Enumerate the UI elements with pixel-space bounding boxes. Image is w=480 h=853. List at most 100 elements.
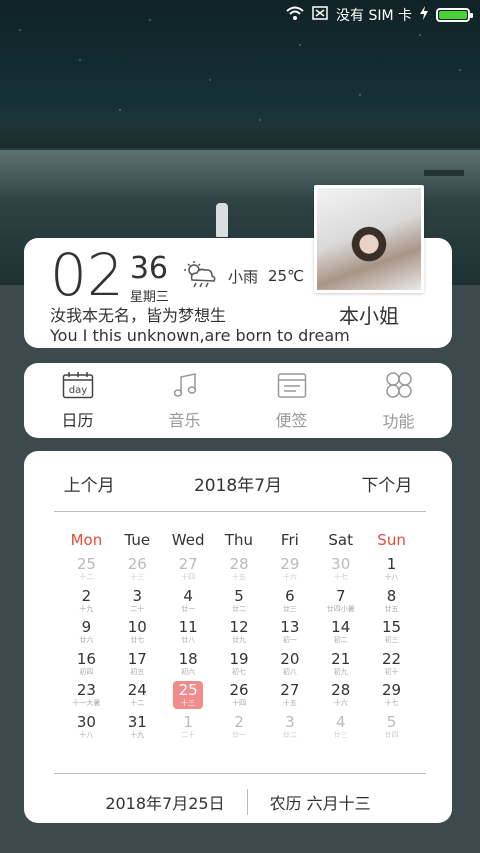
day-cell[interactable]: 18 初六: [163, 650, 214, 682]
avatar[interactable]: [314, 185, 424, 293]
day-cell[interactable]: 11 廿八: [163, 618, 214, 650]
lunar-day: 廿二: [282, 730, 297, 739]
motto-cn: 汝我本无名，皆为梦想生: [50, 306, 227, 325]
lunar-day: 廿七: [130, 636, 145, 644]
day-cell[interactable]: 29 十六: [264, 555, 315, 587]
lunar-day: 十五: [282, 699, 297, 707]
day-cell[interactable]: 17 初五: [112, 650, 163, 682]
day-cell[interactable]: 25 十二: [61, 555, 112, 587]
lunar-day: 廿四小暑: [326, 604, 355, 613]
day-number: 10: [127, 618, 147, 636]
clock-minute: 36: [129, 251, 168, 286]
day-cell[interactable]: 15 初三: [366, 618, 417, 650]
day-number: 25: [76, 555, 96, 573]
day-cell[interactable]: 29 十七: [366, 681, 417, 713]
day-cell[interactable]: 16 初四: [61, 650, 112, 682]
day-cell[interactable]: 5 廿二: [214, 587, 265, 619]
day-cell[interactable]: 26 十四: [214, 681, 265, 713]
today-cell[interactable]: 25 十三: [163, 681, 214, 713]
weekday-header: Wed: [171, 531, 205, 549]
day-number: 29: [382, 681, 402, 699]
day-number: 5: [234, 586, 244, 605]
calendar-icon: day: [62, 371, 94, 403]
day-cell[interactable]: 9 廿六: [61, 618, 112, 650]
day-cell[interactable]: 28 十六: [315, 681, 366, 713]
day-number: 26: [127, 555, 147, 573]
day-number: 6: [285, 586, 295, 605]
lunar-day: 十九: [79, 604, 94, 613]
day-cell[interactable]: 7 廿四小暑: [315, 587, 366, 619]
day-cell[interactable]: 10 廿七: [112, 618, 163, 650]
lunar-day: 廿五: [384, 604, 399, 613]
nav-music-label: 音乐: [168, 410, 201, 430]
weekday-header: Mon: [70, 531, 103, 549]
calendar-footer: 2018年7月25日 农历 六月十三: [24, 789, 452, 815]
day-cell[interactable]: 28 十五: [214, 555, 265, 587]
day-cell[interactable]: 4 廿三: [315, 713, 366, 745]
day-cell[interactable]: 6 廿三: [264, 587, 315, 619]
day-cell[interactable]: 31 十九: [112, 713, 163, 745]
day-cell[interactable]: 19 初七: [214, 650, 265, 682]
day-cell[interactable]: 1 二十: [163, 713, 214, 745]
day-number: 8: [386, 586, 397, 605]
day-cell[interactable]: 3 二十: [112, 587, 163, 619]
day-cell[interactable]: 24 十二: [112, 681, 163, 713]
no-sim-label: 没有 SIM 卡: [336, 8, 412, 24]
day-number: 25: [178, 681, 198, 699]
weekday-header: Fri: [280, 531, 299, 549]
day-number: 3: [132, 586, 143, 605]
day-number: 29: [280, 555, 300, 573]
day-cell[interactable]: 2 十九: [61, 587, 112, 619]
lunar-day: 廿三: [282, 604, 297, 613]
day-cell[interactable]: 27 十四: [163, 555, 214, 587]
prev-month-button[interactable]: 上个月: [64, 471, 115, 496]
lunar-day: 初九: [333, 667, 348, 676]
day-cell[interactable]: 23 十一大暑: [61, 681, 112, 713]
day-cell[interactable]: 8 廿五: [366, 587, 417, 619]
current-month-label[interactable]: 2018年7月: [194, 471, 282, 496]
nav-notes-label: 便签: [275, 410, 308, 430]
lunar-day: 廿三: [333, 730, 348, 739]
day-cell[interactable]: 12 廿九: [214, 618, 265, 650]
day-cell[interactable]: 30 十八: [61, 713, 112, 745]
no-sim-icon: [312, 6, 328, 24]
lunar-day: 初一: [282, 636, 297, 644]
day-cell[interactable]: 4 廿一: [163, 587, 214, 619]
day-number: 18: [178, 649, 198, 668]
day-cell[interactable]: 21 初九: [315, 650, 366, 682]
day-cell[interactable]: 3 廿二: [264, 713, 315, 745]
standing-figure: [216, 203, 228, 237]
day-number: 22: [382, 649, 402, 668]
day-cell[interactable]: 26 十三: [112, 555, 163, 587]
nav-functions[interactable]: 功能: [345, 363, 452, 438]
lunar-day: 廿八: [181, 636, 196, 644]
nav-notes[interactable]: 便签: [238, 363, 345, 438]
nav-calendar[interactable]: day 日历: [24, 363, 131, 438]
pier: [424, 170, 464, 176]
day-number: 19: [229, 649, 249, 668]
day-cell[interactable]: 30 十七: [315, 555, 366, 587]
day-cell[interactable]: 2 廿一: [214, 713, 265, 745]
nav-music[interactable]: 音乐: [131, 363, 238, 438]
lunar-day: 廿二: [231, 604, 246, 613]
weather-text: 小雨: [228, 267, 259, 286]
lunar-day: 廿九: [231, 636, 246, 644]
lunar-day: 初四: [79, 667, 94, 676]
lunar-day: 廿一: [181, 604, 196, 613]
day-cell[interactable]: 14 初二: [315, 618, 366, 650]
weekday-label: 星期三: [129, 290, 169, 305]
day-number: 31: [127, 712, 147, 731]
lunar-day: 十八: [79, 730, 94, 739]
day-cell[interactable]: 5 廿四: [366, 713, 417, 745]
lunar-day: 十四: [231, 699, 246, 707]
day-cell[interactable]: 13 初一: [264, 618, 315, 650]
day-cell[interactable]: 1 十八: [366, 555, 417, 587]
next-month-button[interactable]: 下个月: [361, 471, 412, 496]
day-cell[interactable]: 27 十五: [264, 681, 315, 713]
day-number: 4: [335, 712, 346, 731]
user-name: 本小姐: [339, 304, 399, 328]
day-cell[interactable]: 22 初十: [366, 650, 417, 682]
day-cell[interactable]: 20 初八: [264, 650, 315, 682]
lunar-day: 初八: [282, 667, 297, 676]
lunar-day: 廿四: [384, 730, 399, 739]
